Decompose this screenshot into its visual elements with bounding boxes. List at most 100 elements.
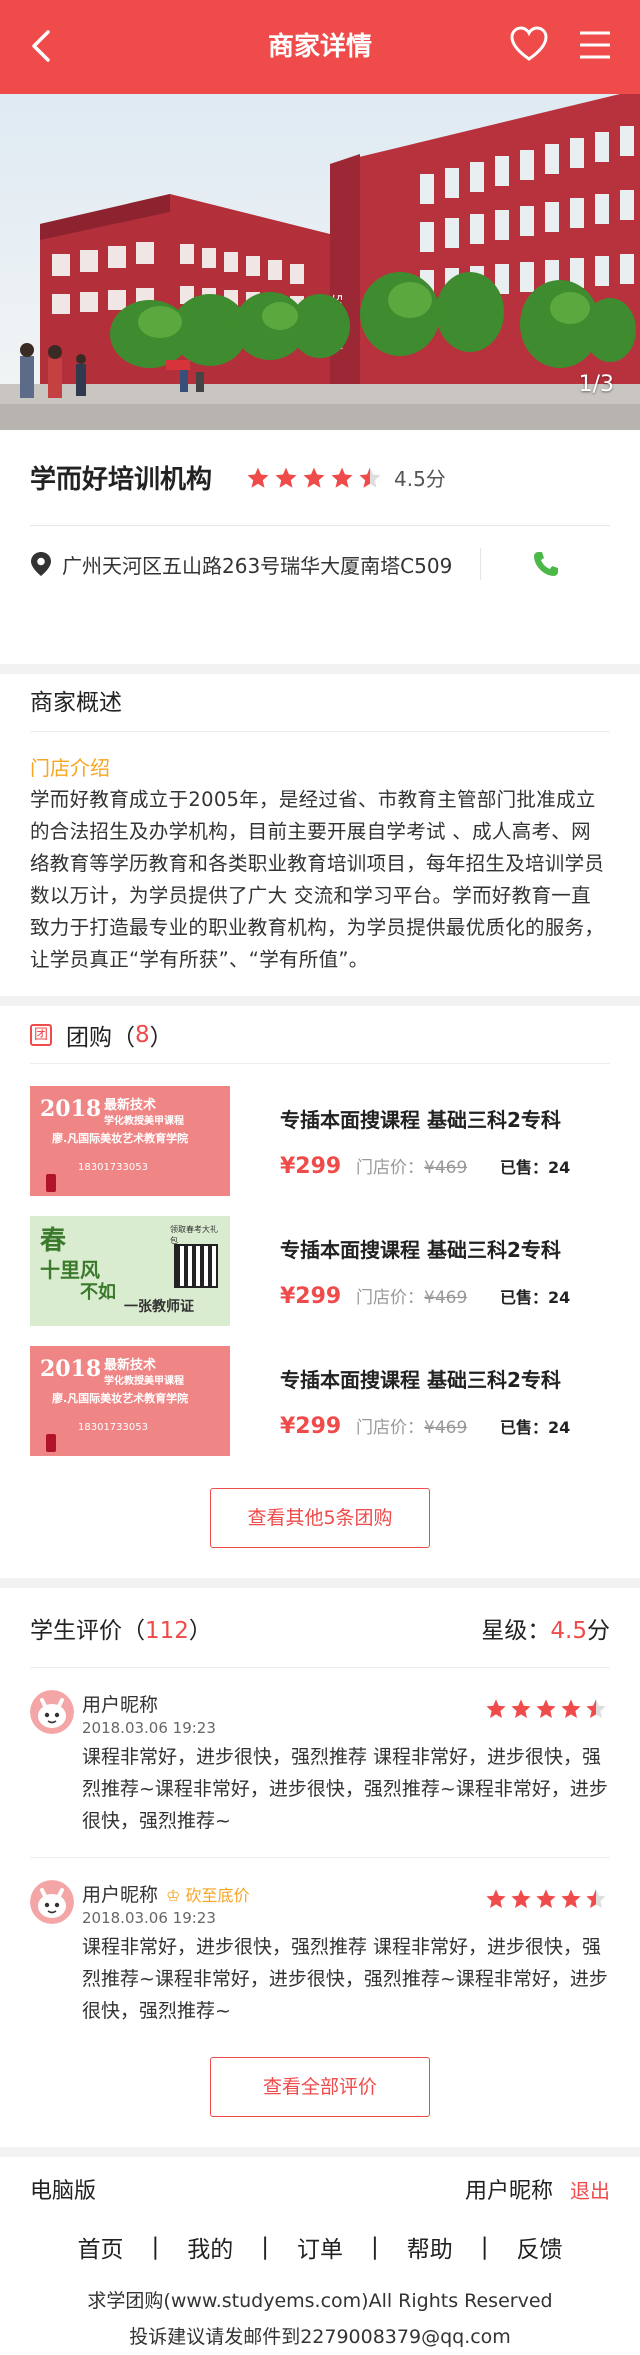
group-buy-icon: 团 — [30, 1023, 52, 1046]
deal-image[interactable]: 春 十里风 不如 一张教师证 领取春考大礼包 — [30, 1216, 230, 1326]
star-half-icon — [586, 1889, 606, 1908]
deal-image-line4: 廖.凡国际美妆艺术教育学院 — [52, 1132, 189, 1145]
groupbuy-section: 团 团购 （ 8 ） 2018 最新技术 学化教授美甲课程 廖.凡国际美妆艺术教… — [0, 1006, 640, 1578]
deal-item[interactable]: 2018 最新技术 学化教授美甲课程 廖.凡国际美妆艺术教育学院 1830173… — [30, 1076, 610, 1206]
review-text: 课程非常好，进步很快，强烈推荐 课程非常好，进步很快，强烈推荐~课程非常好，进步… — [82, 1746, 608, 1832]
nav-separator: | — [480, 2234, 489, 2260]
section-gap — [0, 996, 640, 1006]
reviews-section: 学生评价（112） 星级：4.5分 用户昵称 2018.03.06 19:23 … — [0, 1588, 640, 2147]
overview-section: 商家概述 门店介绍 学而好教育成立于2005年，是经过省、市教育主管部门批准成立… — [0, 674, 640, 996]
footer-nav-item[interactable]: 首页 — [78, 2230, 124, 2264]
deal-name: 专插本面搜课程 基础三科2专科 — [280, 1107, 561, 1132]
avatar — [30, 1690, 74, 1734]
photo-carousel[interactable]: 5号教学楼 1/3 — [0, 94, 640, 430]
deal-image[interactable]: 2018 最新技术 学化教授美甲课程 廖.凡国际美妆艺术教育学院 1830173… — [30, 1086, 230, 1196]
store-price-label: 门店价： — [356, 1417, 424, 1438]
more-deals-button[interactable]: 查看其他5条团购 — [210, 1488, 430, 1548]
deal-image-line3: 不如 — [80, 1282, 116, 1303]
star-full-icon — [561, 1889, 581, 1908]
star-full-icon — [303, 467, 325, 488]
store-price: ¥469 — [424, 1287, 468, 1308]
shop-rating-stars — [246, 466, 386, 490]
grade-label: 星级： — [481, 1617, 551, 1644]
review-text: 课程非常好，进步很快，强烈推荐 课程非常好，进步很快，强烈推荐~课程非常好，进步… — [82, 1936, 608, 2022]
deal-image-line4: 廖.凡国际美妆艺术教育学院 — [52, 1392, 189, 1405]
deal-image-line1: 2018 — [40, 1096, 102, 1122]
overview-title: 商家概述 — [30, 674, 610, 732]
review-stars — [485, 1698, 610, 1720]
all-reviews-button[interactable]: 查看全部评价 — [210, 2057, 430, 2117]
store-price: ¥469 — [424, 1417, 468, 1438]
deal-image-line2: 最新技术 — [104, 1358, 157, 1373]
deal-image[interactable]: 2018 最新技术 学化教授美甲课程 廖.凡国际美妆艺术教育学院 1830173… — [30, 1346, 230, 1456]
deal-name: 专插本面搜课程 基础三科2专科 — [280, 1367, 561, 1392]
shop-info: 学而好培训机构 4.5分 广州天河区五山路263号瑞华大厦南塔C509 — [0, 430, 640, 664]
nav-separator: | — [371, 2234, 379, 2260]
star-full-icon — [561, 1699, 581, 1718]
intro-text: 学而好教育成立于2005年，是经过省、市教育主管部门批准成立的合法招生及办学机构… — [30, 788, 605, 971]
heart-icon[interactable] — [510, 26, 548, 64]
groupbuy-title: 团 团购 （ 8 ） — [30, 1006, 610, 1064]
phone-icon[interactable] — [532, 550, 560, 578]
avatar — [30, 1880, 74, 1924]
review-username: 用户昵称 — [82, 1694, 159, 1716]
nav-separator: | — [261, 2234, 269, 2260]
reviews-count-open: （ — [122, 1617, 145, 1644]
star-full-icon — [536, 1889, 556, 1908]
footer-nav-item[interactable]: 帮助 — [407, 2230, 453, 2264]
deal-price: ¥299 — [280, 1153, 342, 1179]
footer-nav-item[interactable]: 我的 — [187, 2230, 233, 2264]
top-bar: 商家详情 — [0, 0, 640, 94]
review-item: 用户昵称 ♔ 砍至底价 2018.03.06 19:23 课程非常好，进步很快，强… — [30, 1858, 610, 2047]
star-full-icon — [486, 1889, 506, 1908]
deal-image-line1: 春 — [40, 1226, 67, 1256]
groupbuy-label: 团购 — [66, 1024, 112, 1051]
copyright: 求学团购(www.studyems.com)All Rights Reserve… — [87, 2290, 553, 2312]
lipstick-icon — [46, 1434, 56, 1452]
deal-sold: 已售：24 — [500, 1157, 571, 1177]
section-gap — [0, 664, 640, 674]
deal-image-line1: 2018 — [40, 1356, 102, 1382]
location-pin-icon — [31, 552, 51, 576]
pc-version-link[interactable]: 电脑版 — [30, 2173, 96, 2205]
grade-value: 4.5 — [550, 1617, 587, 1644]
divider — [480, 548, 481, 580]
review-username: 用户昵称 — [82, 1884, 159, 1906]
deal-item[interactable]: 2018 最新技术 学化教授美甲课程 廖.凡国际美妆艺术教育学院 1830173… — [30, 1336, 610, 1466]
deal-price: ¥299 — [280, 1413, 342, 1439]
footer: 电脑版 用户昵称 退出 首页 | 我的 | 订单 | 帮助 | 反馈 求学团购(www.stud… — [0, 2157, 640, 2355]
deal-image-line3: 学化教授美甲课程 — [104, 1116, 184, 1127]
shop-address[interactable]: 广州天河区五山路263号瑞华大厦南塔C509 — [62, 550, 452, 579]
star-full-icon — [511, 1699, 531, 1718]
nav-separator: | — [151, 2234, 160, 2260]
reviews-count-close: ） — [188, 1617, 212, 1644]
contact-info: 投诉建议请发邮件到2279008379@qq.com — [129, 2326, 511, 2348]
star-full-icon — [247, 467, 269, 488]
lipstick-icon — [46, 1174, 56, 1192]
grade-unit: 分 — [587, 1617, 610, 1644]
deal-sold: 已售：24 — [500, 1287, 571, 1307]
review-stars — [485, 1888, 610, 1910]
star-half-icon — [586, 1699, 606, 1718]
menu-icon[interactable] — [578, 28, 612, 62]
reviews-count: 112 — [145, 1617, 189, 1644]
review-date: 2018.03.06 19:23 — [82, 1909, 216, 1927]
footer-nav-item[interactable]: 订单 — [297, 2230, 343, 2264]
groupbuy-count: 8 — [135, 1021, 150, 1048]
star-full-icon — [486, 1699, 506, 1718]
star-full-icon — [511, 1889, 531, 1908]
deal-item[interactable]: 春 十里风 不如 一张教师证 领取春考大礼包 专插本面搜课程 基础三科2专科 ¥… — [30, 1206, 610, 1336]
footer-username: 用户昵称 — [464, 2179, 553, 2204]
section-gap — [0, 1578, 640, 1588]
deal-image-phone: 领取春考大礼包 — [170, 1225, 218, 1245]
review-badge: 砍至底价 — [185, 1886, 250, 1905]
qr-code-icon — [174, 1244, 218, 1288]
review-item: 用户昵称 2018.03.06 19:23 课程非常好，进步很快，强烈推荐 课程… — [30, 1668, 610, 1858]
footer-nav-item[interactable]: 反馈 — [517, 2230, 563, 2264]
logout-link[interactable]: 退出 — [570, 2179, 610, 2203]
deal-image-line3: 学化教授美甲课程 — [104, 1376, 184, 1387]
store-price: ¥469 — [424, 1157, 468, 1178]
carousel-counter: 1/3 — [578, 372, 614, 397]
bargain-icon: ♔ — [166, 1886, 181, 1905]
deal-image-phone: 18301733053 — [78, 1422, 148, 1433]
